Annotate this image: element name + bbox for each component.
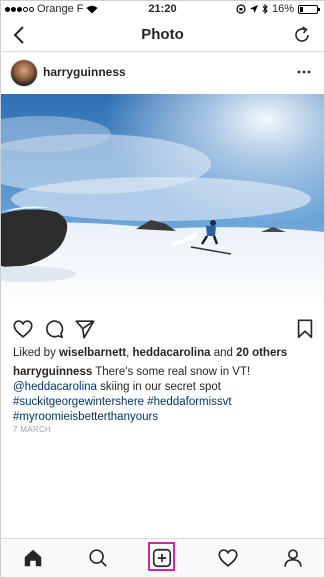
likes-others-link[interactable]: 20 others (236, 347, 287, 359)
post-username[interactable]: harryguinness (43, 65, 126, 79)
bluetooth-icon (262, 4, 268, 14)
hashtag-link[interactable]: #suckitgeorgewintershere (13, 396, 144, 408)
battery-icon (298, 4, 320, 14)
caption-username[interactable]: harryguinness (13, 366, 92, 378)
post-date: 7 MARCH (13, 425, 52, 434)
share-icon[interactable] (74, 318, 96, 340)
bookmark-icon[interactable] (294, 318, 316, 340)
hashtag-link[interactable]: #heddaformissvt (147, 396, 231, 408)
likes-user-link[interactable]: heddacarolina (133, 347, 211, 359)
page-title: Photo (141, 26, 184, 43)
profile-icon[interactable] (282, 547, 304, 569)
search-icon[interactable] (87, 547, 109, 569)
snow-scene-image (1, 94, 324, 308)
post-actions (1, 318, 324, 342)
bottom-tab-bar (1, 538, 324, 577)
lock-rotation-icon (236, 4, 246, 14)
location-icon (249, 4, 258, 13)
battery-percent: 16% (271, 3, 294, 15)
likes-line: Liked by wiselbarnett, heddacarolina and… (13, 347, 287, 359)
likes-prefix: Liked by (13, 347, 60, 359)
add-post-icon[interactable] (151, 547, 173, 569)
comment-icon[interactable] (43, 318, 65, 340)
app-frame: Orange F 21:20 16% Photo harryguinness L… (0, 0, 325, 578)
caption-text: There's some real snow in VT! (92, 366, 251, 378)
heart-icon[interactable] (12, 318, 34, 340)
post-header: harryguinness (1, 53, 324, 93)
avatar[interactable] (10, 59, 38, 87)
status-bar: Orange F 21:20 16% (1, 1, 324, 19)
home-icon[interactable] (22, 547, 44, 569)
mention-link[interactable]: @heddacarolina (13, 381, 97, 393)
refresh-icon[interactable] (292, 25, 312, 45)
likes-user-link[interactable]: wiselbarnett (59, 347, 126, 359)
hashtag-link[interactable]: #myroomieisbetterthanyours (13, 411, 158, 423)
more-options-icon[interactable] (296, 65, 312, 79)
nav-bar: Photo (1, 21, 324, 52)
activity-heart-icon[interactable] (217, 547, 239, 569)
likes-and: and (210, 347, 237, 359)
post-photo[interactable] (1, 94, 324, 308)
caption-text: skiing in our secret spot (96, 381, 221, 393)
post-caption: harryguinness There's some real snow in … (13, 365, 316, 425)
